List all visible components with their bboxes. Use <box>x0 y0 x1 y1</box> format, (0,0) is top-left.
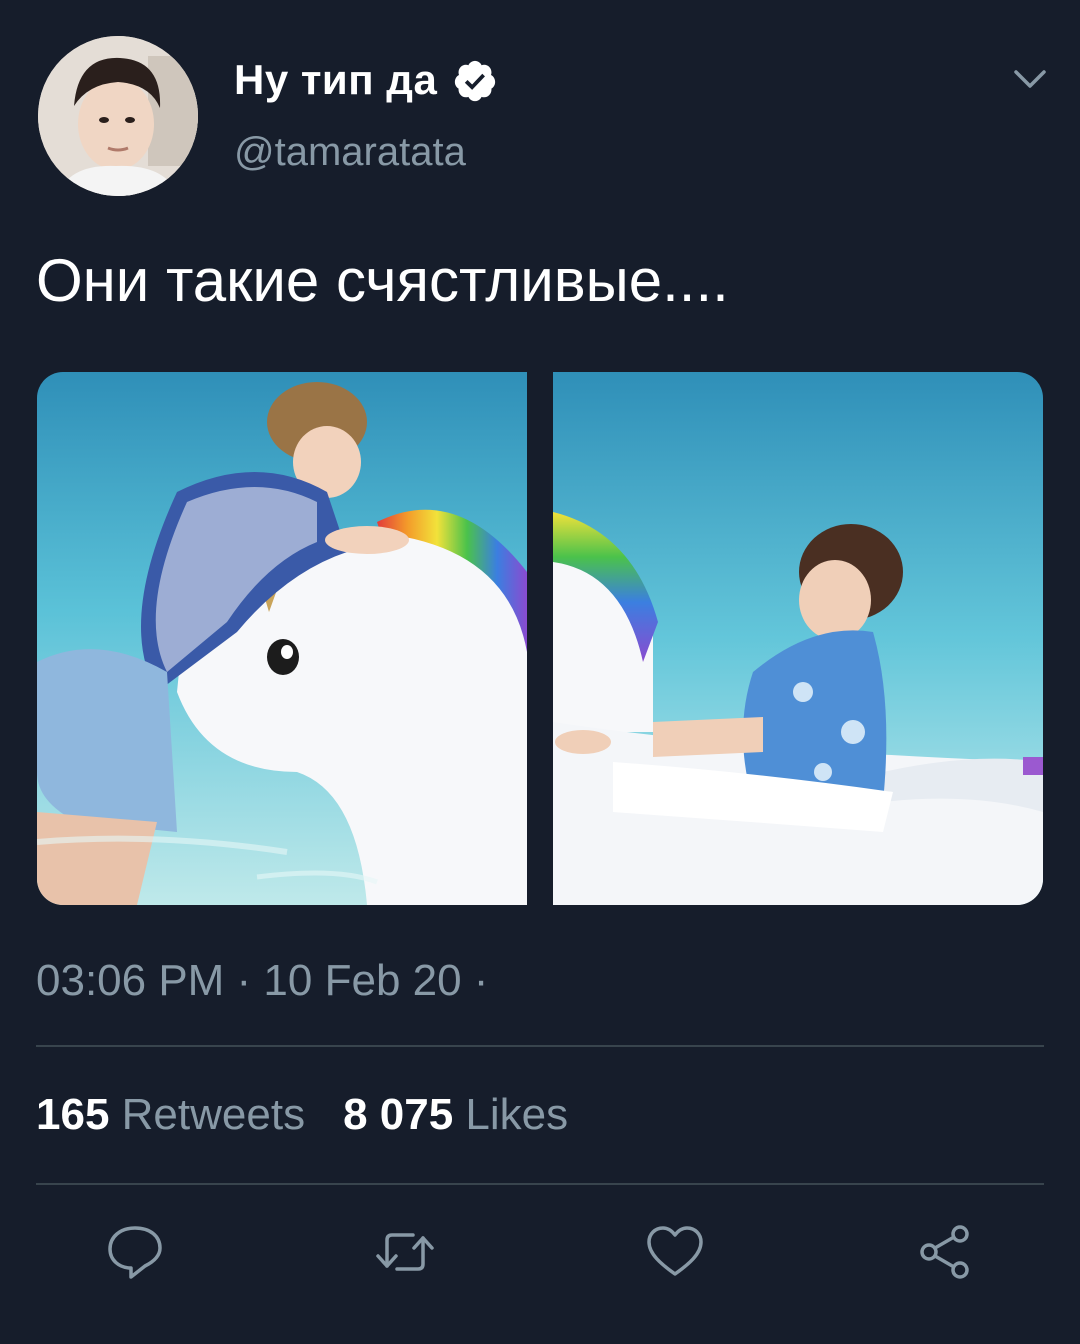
chevron-down-icon[interactable] <box>1008 60 1052 100</box>
author-handle[interactable]: @tamaratata <box>234 130 466 175</box>
likes-stat[interactable]: 8 075 Likes <box>343 1090 568 1139</box>
profile-avatar-image <box>38 36 198 196</box>
share-icon[interactable] <box>915 1222 975 1282</box>
likes-label: Likes <box>465 1090 569 1139</box>
avatar[interactable] <box>38 36 198 196</box>
author-name[interactable]: Ну тип да <box>234 56 437 104</box>
retweet-icon[interactable] <box>375 1222 435 1282</box>
tweet-detail: Ну тип да @tamaratata Они такие счястлив… <box>0 0 1080 1344</box>
retweets-stat[interactable]: 165 Retweets <box>36 1090 305 1139</box>
like-icon[interactable] <box>645 1222 705 1282</box>
photo-left-image <box>37 372 527 905</box>
retweets-count: 165 <box>36 1090 110 1139</box>
tweet-stats: 165 Retweets 8 075 Likes <box>36 1090 568 1140</box>
likes-count: 8 075 <box>343 1090 454 1139</box>
divider-bottom <box>36 1183 1044 1185</box>
verified-badge-icon <box>454 60 496 102</box>
retweets-label: Retweets <box>121 1090 306 1139</box>
photo-left[interactable] <box>37 372 527 905</box>
divider-top <box>36 1045 1044 1047</box>
reply-icon[interactable] <box>105 1222 165 1282</box>
tweet-timestamp[interactable]: 03:06 PM · 10 Feb 20 · <box>36 956 488 1006</box>
photo-right[interactable] <box>553 372 1043 905</box>
photo-right-image <box>553 372 1043 905</box>
tweet-text: Они такие счястливые.... <box>36 247 729 314</box>
